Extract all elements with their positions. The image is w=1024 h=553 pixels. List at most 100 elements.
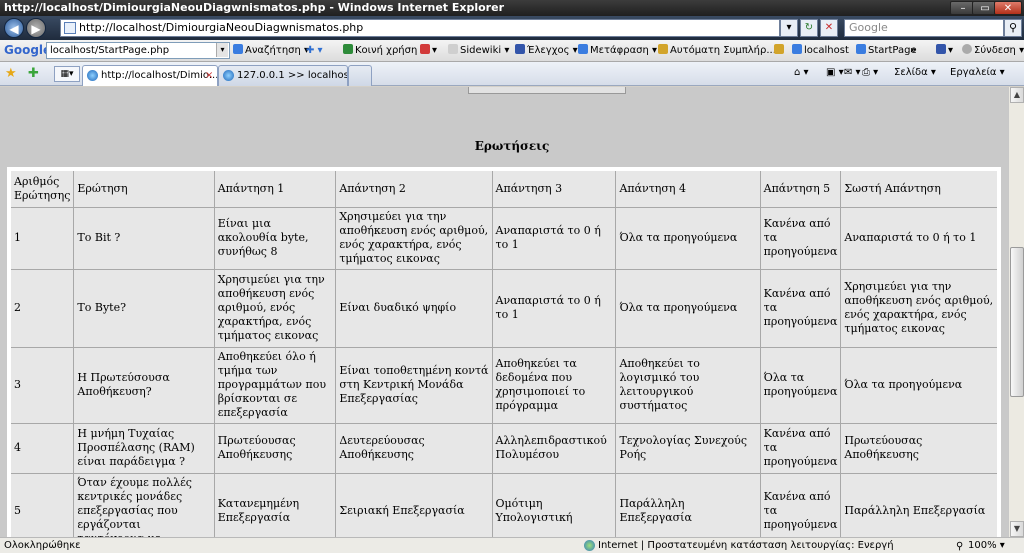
table-cell: Σειριακή Επεξεργασία [335, 472, 493, 537]
column-header: Απάντηση 3 [491, 168, 617, 208]
top-strip [468, 87, 626, 94]
stop-button[interactable]: ✕ [820, 19, 838, 37]
page-menu[interactable]: Σελίδα ▾ [894, 67, 936, 78]
table-cell: Όλα τα προηγούμενα [840, 346, 1000, 424]
address-dropdown-button[interactable]: ▾ [780, 19, 798, 37]
back-button[interactable]: ◀ [4, 18, 24, 38]
search-button[interactable]: ⚲ [1004, 19, 1022, 37]
quick-tabs-button[interactable]: ▦▾ [54, 66, 80, 82]
forward-button[interactable]: ▶ [26, 18, 46, 38]
scroll-thumb[interactable] [1010, 247, 1024, 397]
column-header: Απάντηση 4 [615, 168, 761, 208]
scroll-down-arrow[interactable]: ▼ [1010, 521, 1024, 537]
table-cell: Το Byte? [73, 268, 215, 348]
table-cell: 3 [8, 346, 75, 424]
home-button[interactable]: ⌂ ▾ [794, 67, 809, 78]
popup-blocker-tool[interactable]: ▾ [420, 44, 437, 58]
table-cell: Όλα τα προηγούμενα [615, 206, 761, 270]
search-input[interactable]: Google [844, 19, 1004, 37]
table-row: 2 Το Byte? Χρησιμεύει για την αποθήκευση ε… [8, 268, 1000, 348]
table-cell: Κανένα από τα προηγούμενα [759, 422, 842, 474]
translate-icon [578, 44, 588, 54]
column-header: Απάντηση 2 [335, 168, 493, 208]
highlight-tool[interactable] [774, 44, 786, 58]
column-header: Σωστή Απάντηση [840, 168, 1000, 208]
column-header: Αριθμός Ερώτησης [8, 168, 75, 208]
vertical-scrollbar[interactable]: ▲ ▼ [1008, 87, 1024, 537]
table-cell: 5 [8, 472, 75, 537]
tab-localhost[interactable]: 127.0.0.1 >> localhost >> ... [218, 65, 348, 86]
share-tool[interactable]: Κοινή χρήση ▾ [343, 44, 426, 58]
table-cell: Αποθηκεύει το λογισμικό του λειτουργικού… [615, 346, 761, 424]
table-row: 5 Όταν έχουμε πολλές κεντρικές μονάδες επ… [8, 472, 1000, 537]
page-viewport: Ερωτήσεις Αριθμός Ερώτησης Ερώτηση Απάντησ… [0, 87, 1008, 537]
table-cell: Η μνήμη Τυχαίας Προσπέλασης (RAM) είναι … [73, 422, 215, 474]
bookmark-startpage[interactable]: StartPage [856, 44, 917, 58]
table-row: 4Η μνήμη Τυχαίας Προσπέλασης (RAM) είναι… [8, 422, 1000, 474]
spellcheck-tool[interactable]: Έλεγχος ▾ [515, 44, 578, 58]
feeds-button[interactable]: ▣ ▾ [826, 67, 844, 78]
sidewiki-tool[interactable]: Sidewiki ▾ [448, 44, 509, 58]
table-cell: Χρησιμεύει για την αποθήκευση ενός αριθμ… [840, 268, 1000, 348]
table-cell: Παράλληλη Επεξεργασία [840, 472, 1000, 537]
close-window-button[interactable]: ✕ [994, 1, 1022, 15]
page-icon [64, 22, 76, 34]
more-tools-chevron[interactable]: » [910, 44, 916, 58]
search-icon [792, 44, 802, 54]
table-row: 3Η Πρωτεύσουσα Αποθήκευση? Αποθηκεύει όλο… [8, 346, 1000, 424]
url-input[interactable]: http://localhost/DimiourgiaNeouDiagwnism… [60, 19, 780, 37]
refresh-button[interactable]: ↻ [800, 19, 818, 37]
url-text: http://localhost/DimiourgiaNeouDiagwnism… [79, 21, 364, 34]
table-cell: Η Πρωτεύσουσα Αποθήκευση? [73, 346, 215, 424]
sign-in-tool[interactable]: Σύνδεση ▾ [962, 44, 1024, 58]
google-search-input[interactable]: localhost/StartPage.php [46, 42, 230, 59]
table-cell: Το Bit ? [73, 206, 215, 270]
tab-active[interactable]: http://localhost/Dimio... × [82, 65, 218, 86]
close-tab-icon[interactable]: × [205, 66, 213, 85]
table-cell: Κανένα από τα προηγούμενα [759, 206, 842, 270]
magnifier-icon: ⚲ [956, 541, 964, 552]
favorites-star-icon[interactable]: ★ [5, 66, 17, 81]
table-cell: Αναπαριστά το 0 ή το 1 [491, 268, 617, 348]
table-cell: Πρωτεύουσας Αποθήκευσης [840, 422, 1000, 474]
pen-icon [774, 44, 784, 54]
refresh-icon: ↻ [804, 22, 814, 33]
column-header: Απάντηση 5 [759, 168, 842, 208]
tab-label: 127.0.0.1 >> localhost >> ... [237, 70, 347, 81]
back-arrow-icon: ◀ [9, 22, 19, 36]
autofill-tool[interactable]: Αυτόματη Συμπλήρ... ▾ [658, 44, 784, 58]
new-tab-button[interactable] [348, 65, 372, 86]
table-cell: Αναπαριστά το 0 ή το 1 [840, 206, 1000, 270]
tab-label: http://localhost/Dimio... [101, 70, 218, 81]
add-favorite-icon[interactable]: ✚ [28, 66, 39, 81]
table-cell: Ομότιμη Υπολογιστική [491, 472, 617, 537]
add-tool[interactable]: ✚ ▾ [306, 44, 323, 58]
search-icon [856, 44, 866, 54]
table-cell: Παράλληλη Επεξεργασία [615, 472, 761, 537]
forward-arrow-icon: ▶ [31, 22, 41, 36]
translate-tool[interactable]: Μετάφραση ▾ [578, 44, 657, 58]
scroll-up-arrow[interactable]: ▲ [1010, 87, 1024, 103]
table-cell: Αποθηκεύει τα δεδομένα που χρησιμοποιεί … [491, 346, 617, 424]
table-cell: Χρησιμεύει για την αποθήκευση ενός αριθμ… [335, 206, 493, 270]
abc-check-icon [515, 44, 525, 54]
tools-menu[interactable]: Εργαλεία ▾ [950, 67, 1005, 78]
ie-page-icon [223, 70, 234, 81]
table-cell: Δευτερεύουσας Αποθήκευσης [335, 422, 493, 474]
column-header: Ερώτηση [73, 168, 215, 208]
mail-button[interactable]: ✉ ▾ [844, 67, 861, 78]
zoom-control[interactable]: ⚲ 100% ▾ [956, 538, 1005, 553]
user-icon [962, 44, 972, 54]
bookmark-localhost[interactable]: localhost [792, 44, 849, 58]
share-icon [343, 44, 353, 54]
print-button[interactable]: ⎙ ▾ [862, 67, 878, 78]
google-search-dropdown[interactable]: ▾ [216, 43, 228, 57]
table-cell: Τεχνολογίας Συνεχούς Ροής [615, 422, 761, 474]
globe-icon [584, 540, 595, 551]
table-cell: Είναι δυαδικό ψηφίο [335, 268, 493, 348]
title-bar: http://localhost/DimiourgiaNeouDiagwnism… [0, 0, 1024, 16]
table-cell: Αλληλεπιδραστικού Πολυμέσου [491, 422, 617, 474]
google-search-tool[interactable]: Αναζήτηση ▾ [233, 44, 309, 58]
security-zone[interactable]: Internet | Προστατευμένη κατάσταση λειτο… [584, 538, 894, 553]
settings-tool[interactable]: ▾ [936, 44, 953, 58]
